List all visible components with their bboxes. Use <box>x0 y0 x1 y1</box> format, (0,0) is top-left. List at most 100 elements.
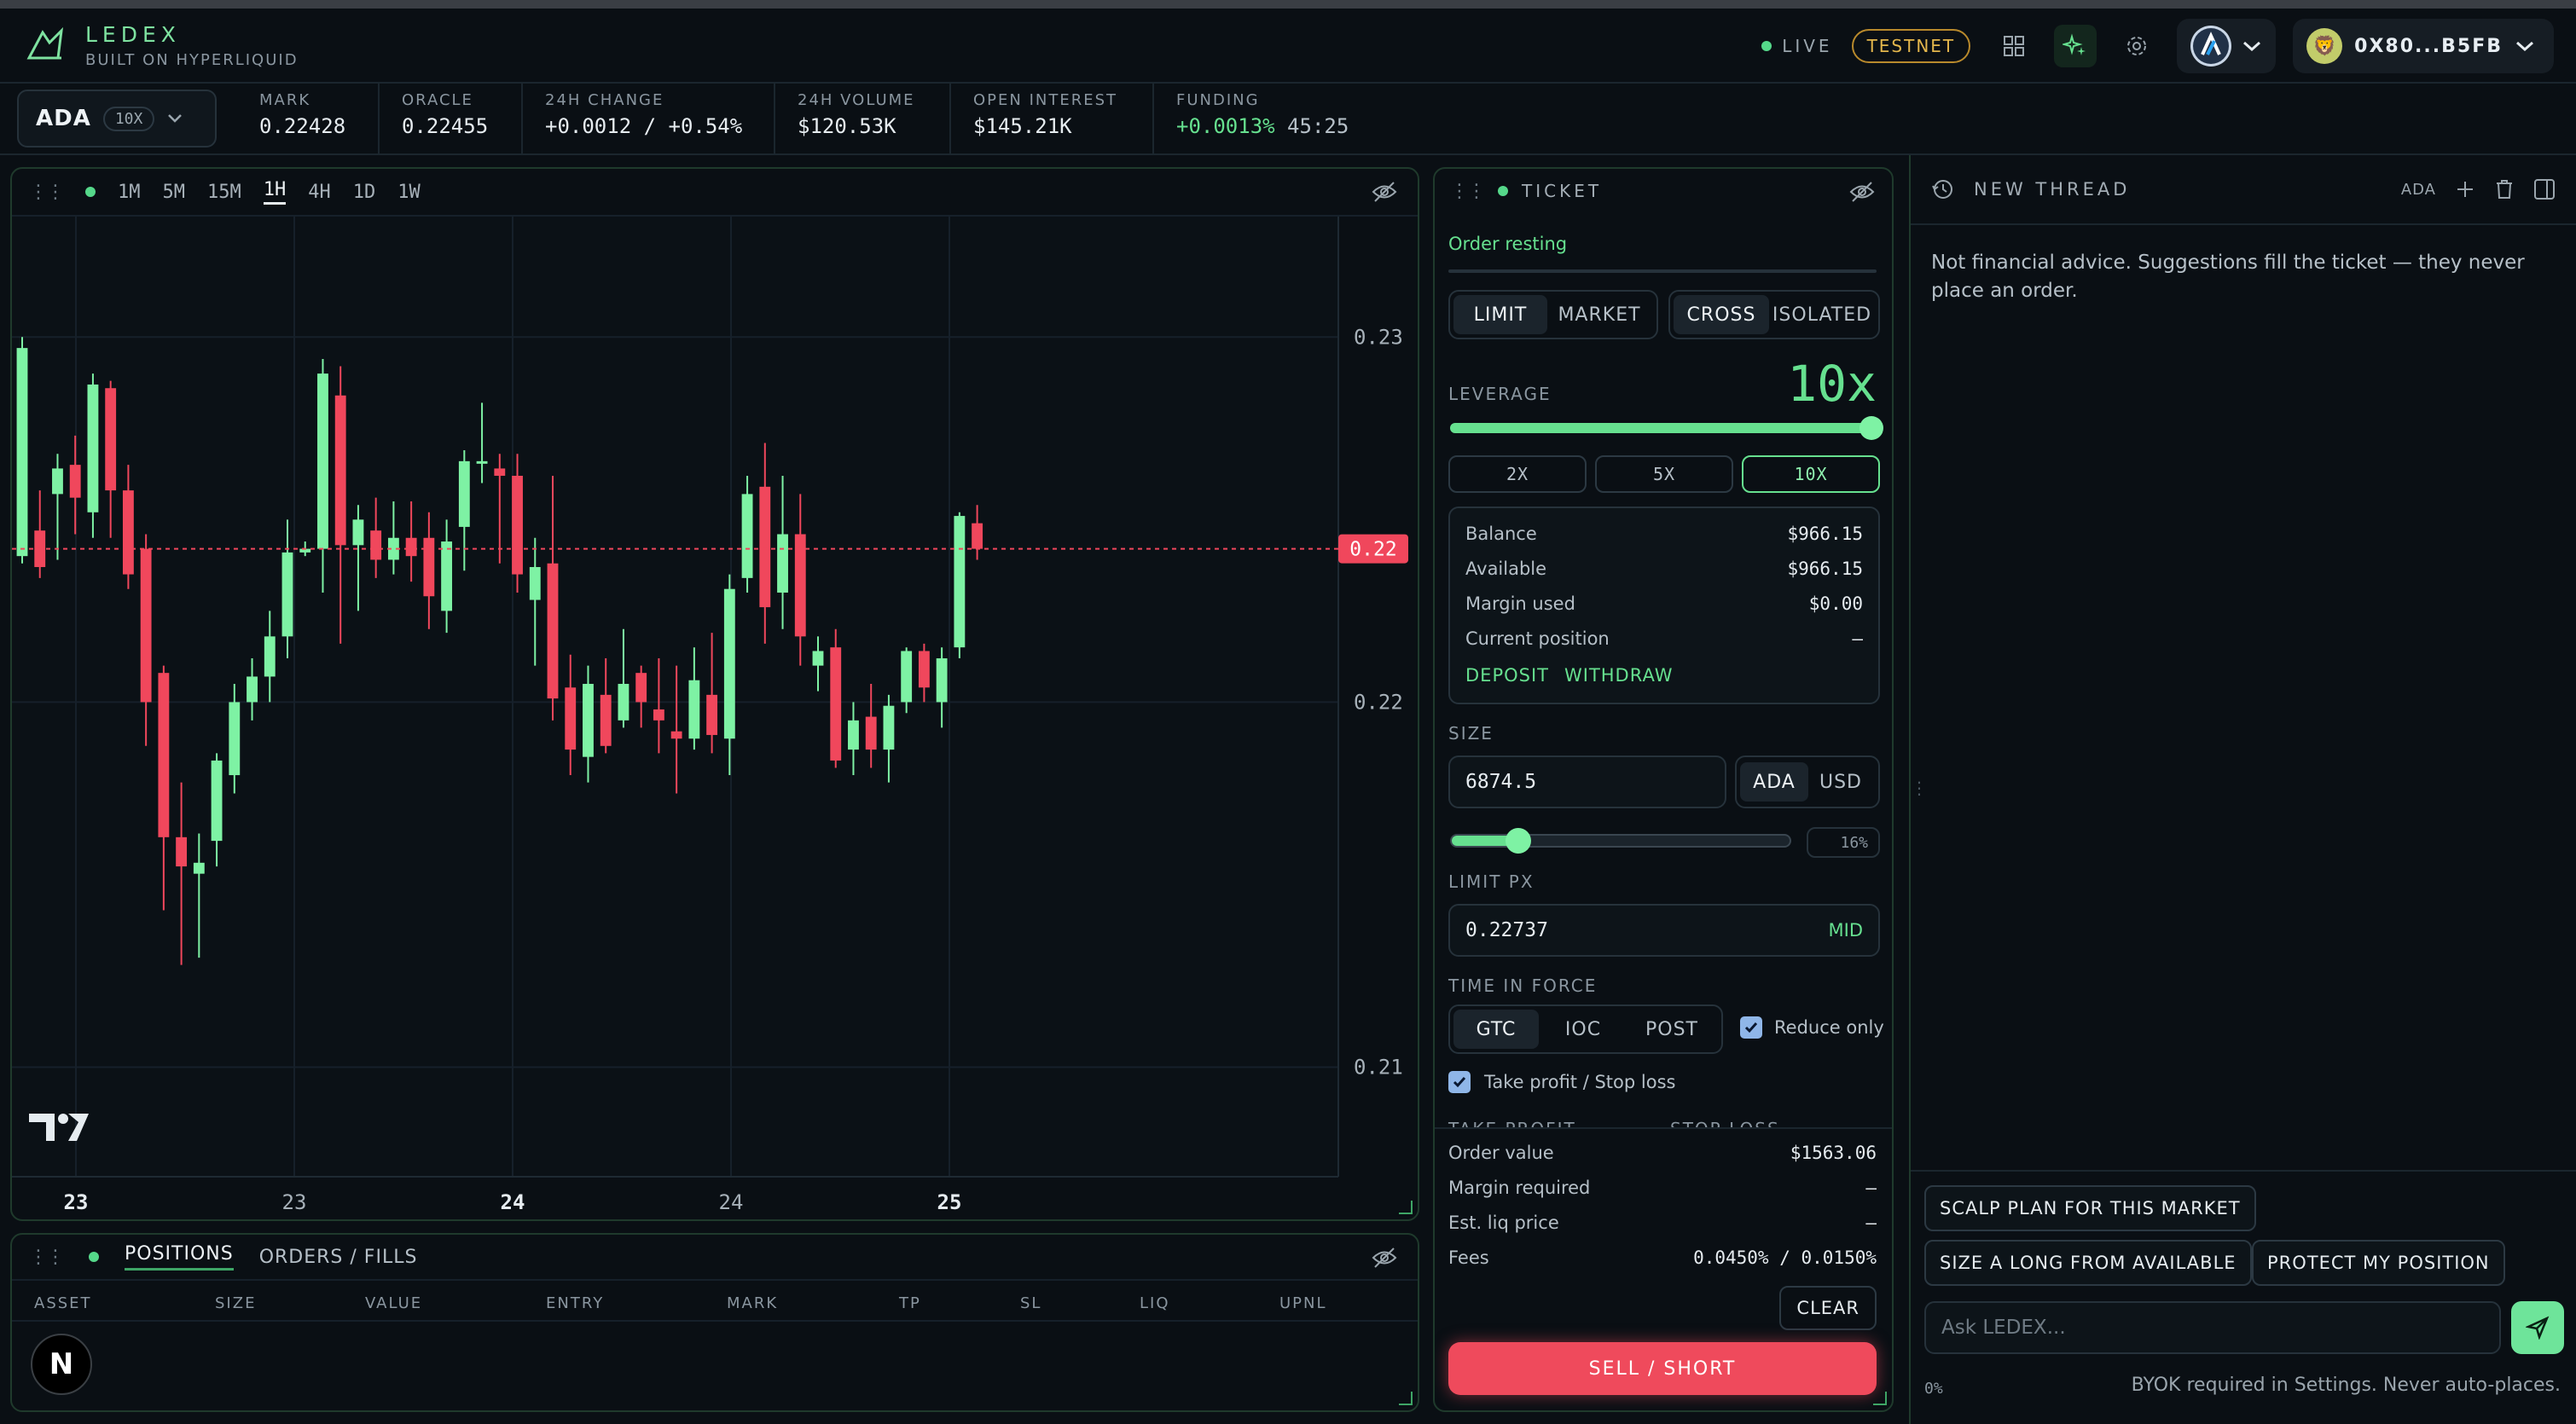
col-mark: MARK <box>727 1294 779 1312</box>
withdraw-link[interactable]: WITHDRAW <box>1564 665 1673 686</box>
account-row-margin-used: Margin used $0.00 <box>1465 593 1863 614</box>
candle-body <box>653 709 664 721</box>
candle-body <box>476 460 488 464</box>
price-tag: 0.22 <box>1338 534 1408 564</box>
size-slider-thumb[interactable] <box>1506 828 1532 854</box>
size-percent-input[interactable]: 16% <box>1807 827 1880 858</box>
collapse-panel-icon[interactable] <box>2533 178 2556 200</box>
tif-gtc[interactable]: GTC <box>1453 1010 1539 1049</box>
leverage-preset-2x[interactable]: 2X <box>1448 455 1587 493</box>
tf-1h[interactable]: 1H <box>263 179 287 205</box>
tif-ioc[interactable]: IOC <box>1539 1010 1627 1049</box>
margin-mode-cross[interactable]: CROSS <box>1674 295 1769 334</box>
asset-selector[interactable]: ADA 10X <box>17 90 217 148</box>
deposit-link[interactable]: DEPOSIT <box>1465 665 1549 686</box>
candle-body <box>229 702 241 776</box>
usage-indicator: 0% <box>1924 1380 1943 1398</box>
sell-short-button[interactable]: SELL / SHORT <box>1448 1342 1877 1395</box>
network-badge[interactable]: TESTNET <box>1851 29 1971 63</box>
wallet-button[interactable]: 🦁 0X80...B5FB <box>2293 19 2554 73</box>
tab-orders-fills[interactable]: ORDERS / FILLS <box>259 1247 418 1268</box>
tab-positions[interactable]: POSITIONS <box>125 1243 234 1271</box>
chart-toolbar: ⋮⋮ 1M 5M 15M 1H 4H 1D 1W <box>12 169 1418 217</box>
tf-1m[interactable]: 1M <box>118 182 141 203</box>
suggestion-size-long[interactable]: SIZE A LONG FROM AVAILABLE <box>1924 1240 2252 1286</box>
arbitrum-chain-icon <box>2190 26 2232 67</box>
status-dot-icon <box>89 1252 99 1262</box>
drag-handle-icon[interactable]: ⋮⋮ <box>1450 181 1486 202</box>
hide-panel-eye-icon[interactable] <box>1372 1247 1397 1269</box>
tpsl-checkbox[interactable]: Take profit / Stop loss <box>1448 1071 1675 1093</box>
status-progress-bar <box>1448 269 1877 273</box>
margin-mode-toggle: CROSS ISOLATED <box>1668 290 1880 339</box>
leverage-slider-fill <box>1450 423 1871 433</box>
trash-icon[interactable] <box>2494 178 2515 200</box>
stat-label: ORACLE <box>402 91 473 109</box>
ask-input[interactable]: Ask LEDEX... <box>1924 1301 2501 1354</box>
history-icon[interactable] <box>1931 177 1955 201</box>
order-type-limit[interactable]: LIMIT <box>1453 295 1547 334</box>
candle-body <box>547 563 559 699</box>
hide-panel-eye-icon[interactable] <box>1849 181 1875 203</box>
stat-label: MARK <box>259 91 311 109</box>
candle-body <box>122 490 134 575</box>
tf-15m[interactable]: 15M <box>207 182 241 203</box>
order-type-market[interactable]: MARKET <box>1547 295 1651 334</box>
settings-button[interactable] <box>2115 25 2158 67</box>
size-slider-track[interactable] <box>1450 828 1791 854</box>
size-unit-ada[interactable]: ADA <box>1740 762 1808 802</box>
margin-mode-isolated[interactable]: ISOLATED <box>1769 295 1875 334</box>
stat-open-interest: OPEN INTEREST $145.21K <box>951 83 1154 154</box>
positions-tabs: ⋮⋮ POSITIONS ORDERS / FILLS <box>12 1235 1418 1281</box>
tf-1d[interactable]: 1D <box>353 182 376 203</box>
candle-body <box>264 636 276 677</box>
limit-price-label: LIMIT PX <box>1448 871 1535 892</box>
resize-handle-icon[interactable]: ⋮ <box>1911 778 1928 798</box>
assistant-disclaimer: Not financial advice. Suggestions fill t… <box>1931 252 2525 302</box>
size-label: SIZE <box>1448 723 1494 744</box>
sparkle-icon <box>2063 33 2086 55</box>
leverage-label: LEVERAGE <box>1448 384 1552 404</box>
candlestick-chart[interactable]: 0.23 0.22 0.21 23 23 24 24 25 0.22 <box>12 217 1418 1219</box>
chain-selector[interactable] <box>2177 19 2277 73</box>
suggestion-scalp-plan[interactable]: SCALP PLAN FOR THIS MARKET <box>1924 1185 2256 1231</box>
mid-price-button[interactable]: MID <box>1829 920 1863 941</box>
limit-price-input[interactable]: 0.22737 MID <box>1448 904 1880 957</box>
n-floating-button[interactable]: N <box>31 1334 92 1395</box>
live-indicator: LIVE <box>1761 36 1832 56</box>
leverage-preset-5x[interactable]: 5X <box>1595 455 1733 493</box>
clear-button[interactable]: CLEAR <box>1779 1286 1877 1330</box>
tif-post[interactable]: POST <box>1627 1010 1716 1049</box>
tf-5m[interactable]: 5M <box>163 182 186 203</box>
row-value: $1563.06 <box>1790 1143 1877 1163</box>
summary-margin-required: Margin required – <box>1448 1178 1877 1198</box>
size-unit-usd[interactable]: USD <box>1808 762 1873 802</box>
leverage-slider-thumb[interactable] <box>1859 416 1883 440</box>
reduce-only-checkbox[interactable]: Reduce only <box>1740 1016 1884 1039</box>
asset-name: ADA <box>36 106 91 131</box>
leverage-slider-track[interactable] <box>1450 416 1883 440</box>
candle-body <box>140 548 152 703</box>
send-button[interactable] <box>2511 1301 2564 1354</box>
y-tick-label: 0.21 <box>1354 1056 1403 1080</box>
funding-countdown: 45:25 <box>1287 114 1349 138</box>
col-tp: TP <box>899 1294 921 1312</box>
drag-handle-icon[interactable]: ⋮⋮ <box>29 182 65 203</box>
tf-4h[interactable]: 4H <box>308 182 331 203</box>
row-value: $966.15 <box>1787 524 1863 544</box>
stat-value: $120.53K <box>798 114 896 138</box>
positions-table-header: ASSET SIZE VALUE ENTRY MARK TP SL LIQ UP… <box>12 1288 1418 1322</box>
layout-grid-button[interactable] <box>1993 25 2035 67</box>
tf-1w[interactable]: 1W <box>397 182 421 203</box>
hide-panel-eye-icon[interactable] <box>1372 181 1397 203</box>
tif-toggle: GTC IOC POST <box>1448 1004 1723 1054</box>
assistant-toggle-button[interactable] <box>2054 25 2097 67</box>
leverage-preset-10x[interactable]: 10X <box>1742 455 1880 493</box>
ticket-title: TICKET <box>1522 181 1603 201</box>
drag-handle-icon[interactable]: ⋮⋮ <box>29 1247 65 1268</box>
ticket-header: ⋮⋮ TICKET <box>1435 169 1892 213</box>
suggestion-protect-position[interactable]: PROTECT MY POSITION <box>2252 1240 2505 1286</box>
size-input[interactable]: 6874.5 <box>1448 755 1726 808</box>
candle-body <box>281 552 293 637</box>
plus-icon[interactable] <box>2455 179 2475 200</box>
